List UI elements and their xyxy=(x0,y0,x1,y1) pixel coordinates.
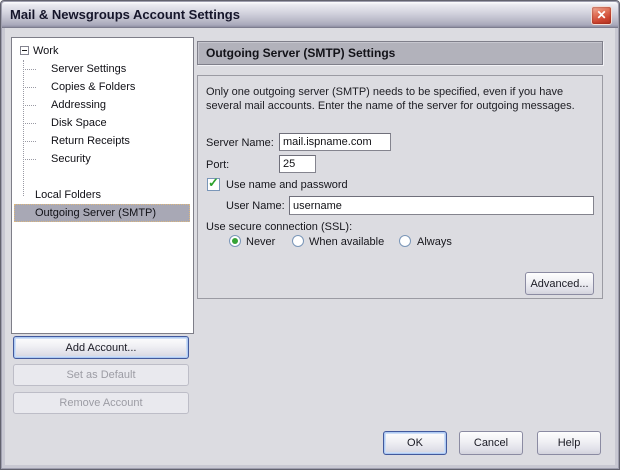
checkmark-icon: ✓ xyxy=(208,176,219,189)
ssl-radio-when-available[interactable] xyxy=(292,235,304,247)
radio-dot xyxy=(232,238,238,244)
tree-item-label: Addressing xyxy=(51,96,106,114)
server-name-input[interactable] xyxy=(279,133,391,151)
ssl-radio-always-label[interactable]: Always xyxy=(417,236,452,248)
close-button[interactable]: ✕ xyxy=(591,6,612,25)
advanced-button[interactable]: Advanced... xyxy=(525,272,594,295)
tree-item-security[interactable]: Security xyxy=(13,150,192,168)
tree-item-label: Outgoing Server (SMTP) xyxy=(35,204,156,222)
tree-connector-stub xyxy=(25,87,36,88)
tree-item-label: Server Settings xyxy=(51,60,126,78)
set-as-default-button[interactable]: Set as Default xyxy=(13,364,189,386)
ssl-radio-when-available-label[interactable]: When available xyxy=(309,236,384,248)
titlebar[interactable]: Mail & Newsgroups Account Settings ✕ xyxy=(2,2,618,28)
tree-connector-stub xyxy=(25,69,36,70)
port-label: Port: xyxy=(206,159,229,171)
tree-connector-stub xyxy=(25,141,36,142)
account-settings-dialog: Mail & Newsgroups Account Settings ✕ Wor… xyxy=(0,0,620,470)
tree-item-label: Return Receipts xyxy=(51,132,130,150)
smtp-description: Only one outgoing server (SMTP) needs to… xyxy=(206,85,599,113)
tree-item-outgoing-server-smtp[interactable]: Outgoing Server (SMTP) xyxy=(13,204,192,222)
tree-item-addressing[interactable]: Addressing xyxy=(13,96,192,114)
tree-connector-stub xyxy=(25,105,36,106)
close-icon: ✕ xyxy=(596,8,606,22)
tree-item-copies-folders[interactable]: Copies & Folders xyxy=(13,78,192,96)
tree-item-disk-space[interactable]: Disk Space xyxy=(13,114,192,132)
tree-connector-stub xyxy=(25,159,36,160)
add-account-button[interactable]: Add Account... xyxy=(13,336,189,359)
smtp-settings-group: Only one outgoing server (SMTP) needs to… xyxy=(197,75,603,299)
user-name-input[interactable] xyxy=(289,196,594,215)
ok-button[interactable]: OK xyxy=(383,431,447,455)
ssl-radio-never[interactable] xyxy=(229,235,241,247)
user-name-label: User Name: xyxy=(226,200,285,212)
port-input[interactable] xyxy=(279,155,316,173)
tree-item-return-receipts[interactable]: Return Receipts xyxy=(13,132,192,150)
tree-item-label: Copies & Folders xyxy=(51,78,135,96)
server-name-label: Server Name: xyxy=(206,137,274,149)
tree-item-work[interactable]: Work xyxy=(13,42,192,60)
ssl-label: Use secure connection (SSL): xyxy=(206,221,352,233)
tree-connector-stub xyxy=(25,123,36,124)
collapse-expander-icon[interactable] xyxy=(20,46,29,55)
help-button[interactable]: Help xyxy=(537,431,601,455)
use-name-password-checkbox[interactable]: ✓ xyxy=(207,178,220,191)
panel-title: Outgoing Server (SMTP) Settings xyxy=(197,41,603,65)
tree-item-label: Security xyxy=(51,150,91,168)
tree-item-label: Local Folders xyxy=(35,186,101,204)
remove-account-button[interactable]: Remove Account xyxy=(13,392,189,414)
ssl-radio-always[interactable] xyxy=(399,235,411,247)
tree-item-label: Disk Space xyxy=(51,114,107,132)
use-name-password-label[interactable]: Use name and password xyxy=(226,179,348,191)
ssl-radio-never-label[interactable]: Never xyxy=(246,236,275,248)
tree-item-local-folders[interactable]: Local Folders xyxy=(13,186,192,204)
window-title: Mail & Newsgroups Account Settings xyxy=(10,2,240,27)
account-tree: Work Server Settings Copies & Folders Ad… xyxy=(11,37,194,334)
cancel-button[interactable]: Cancel xyxy=(459,431,523,455)
tree-item-label: Work xyxy=(33,42,58,60)
tree-item-server-settings[interactable]: Server Settings xyxy=(13,60,192,78)
